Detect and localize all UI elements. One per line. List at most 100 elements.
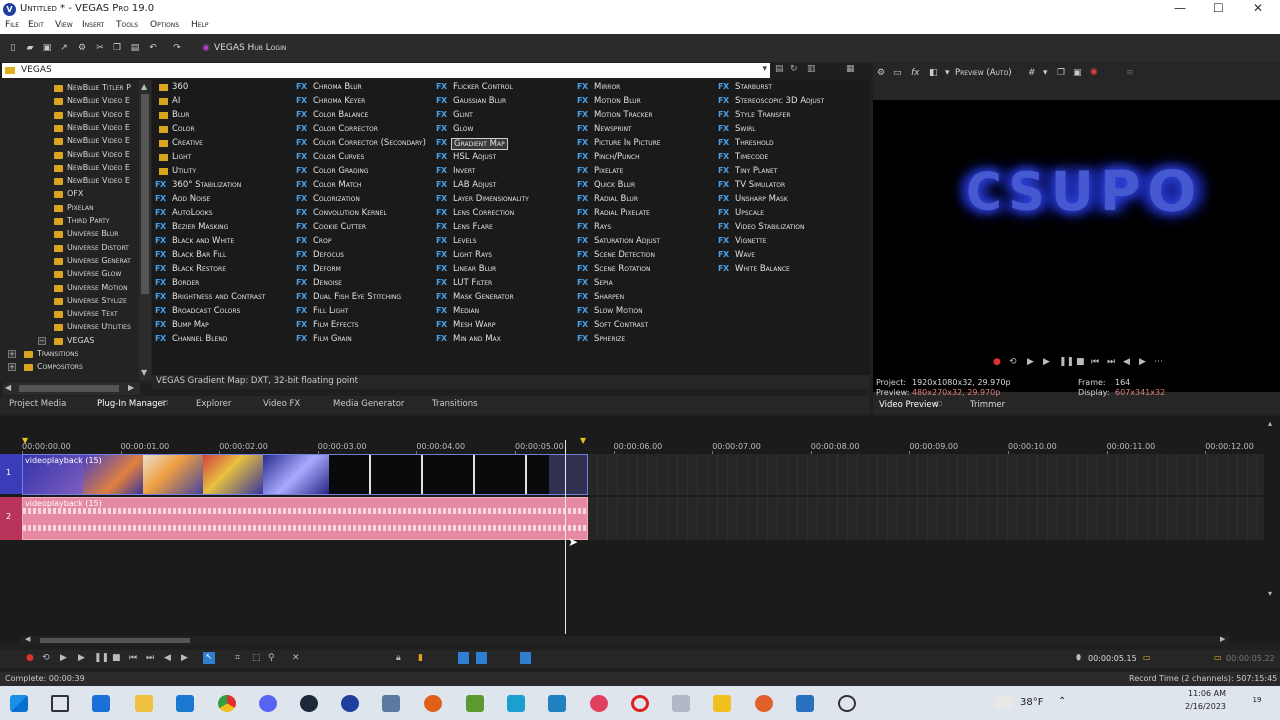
pause-icon[interactable]: ❚❚ — [1059, 357, 1074, 367]
close-tab-icon[interactable]: ☐ — [936, 400, 942, 408]
prev-frame-icon[interactable]: ◀ — [1123, 357, 1130, 367]
zoom-tool-icon[interactable]: ⚲ — [268, 653, 275, 663]
external-monitor-icon[interactable]: ▭ — [893, 68, 902, 78]
cursor-time[interactable]: 00:00:05.15 — [1088, 654, 1137, 663]
app-icon[interactable] — [755, 695, 773, 712]
selection-tool-icon[interactable]: ⬚ — [252, 653, 261, 663]
minecraft-icon[interactable] — [466, 695, 484, 712]
pause-icon[interactable]: ❚❚ — [94, 653, 109, 663]
view-menu-icon[interactable]: ▦ — [846, 64, 855, 74]
more-icon[interactable]: ⋯ — [1154, 357, 1163, 367]
hub-login-link[interactable]: VEGAS Hub Login — [214, 43, 286, 53]
timeline-vertical-scroll[interactable]: ▴ ▾ — [1268, 419, 1278, 619]
paste-icon[interactable]: ▤ — [130, 44, 140, 53]
track-1-header[interactable]: 1 — [0, 454, 22, 494]
grid-icon[interactable]: # — [1028, 68, 1036, 78]
tree-item[interactable]: Third Party — [0, 215, 140, 228]
tree-item[interactable]: Universe Distort — [0, 242, 140, 255]
marker-icon[interactable]: ▮ — [418, 653, 423, 663]
lock-envelopes-icon[interactable] — [520, 652, 531, 664]
tree-item[interactable]: Universe Blur — [0, 228, 140, 241]
tab-video-preview[interactable]: Video Preview — [879, 400, 939, 410]
scroll-thumb[interactable] — [141, 94, 149, 294]
tree-item[interactable]: NewBlue Titler P — [0, 82, 140, 95]
menu-tools[interactable]: Tools — [116, 20, 138, 30]
next-frame-icon[interactable]: ▶ — [1139, 357, 1146, 367]
expand-icon[interactable]: + — [8, 350, 16, 358]
record-icon[interactable]: ● — [993, 357, 1001, 367]
menu-view[interactable]: View — [55, 20, 73, 30]
open-icon[interactable]: ▰ — [25, 44, 35, 53]
chevron-down-icon[interactable]: ▾ — [762, 64, 767, 74]
scroll-down-icon[interactable]: ▾ — [1268, 589, 1272, 598]
auto-ripple-icon[interactable] — [476, 652, 487, 664]
app-icon[interactable] — [548, 695, 566, 712]
lock-icon[interactable]: 🔒︎ — [396, 653, 401, 663]
copy-snapshot-icon[interactable]: ❐ — [1057, 68, 1065, 78]
cut-icon[interactable]: ✂ — [95, 44, 105, 53]
tree-item[interactable]: Universe Motion — [0, 282, 140, 295]
tab-media-generator[interactable]: Media Generator — [333, 399, 404, 409]
scroll-down-icon[interactable]: ▼ — [141, 368, 147, 377]
menu-file[interactable]: File — [5, 20, 19, 30]
path-bar[interactable]: VEGAS ▾ — [2, 63, 770, 78]
app-icon[interactable] — [672, 695, 690, 712]
tree-horizontal-scrollbar[interactable]: ◀ ▶ — [3, 383, 140, 395]
app-icon[interactable] — [424, 695, 442, 712]
tool-icon[interactable] — [382, 695, 400, 712]
scroll-right-icon[interactable]: ▶ — [1220, 635, 1225, 643]
record-icon[interactable]: ● — [26, 653, 34, 663]
redo-icon[interactable]: ↷ — [172, 44, 182, 53]
go-to-start-icon[interactable]: ⏮ — [129, 653, 137, 663]
preview-quality-dropdown[interactable]: Preview (Auto) — [955, 68, 1012, 78]
tree-item[interactable]: NewBlue Video E — [0, 175, 140, 188]
save-icon[interactable]: ▣ — [42, 44, 52, 53]
track-1-empty-area[interactable] — [588, 454, 1264, 495]
loop-icon[interactable]: ⟲ — [1009, 357, 1017, 367]
fx-icon[interactable]: fx — [911, 68, 920, 78]
render-icon[interactable]: ↗ — [59, 44, 69, 53]
refresh-icon[interactable]: ↻ — [790, 64, 798, 74]
play-icon[interactable]: ▶ — [78, 653, 85, 663]
roblox-icon[interactable] — [713, 695, 731, 712]
scroll-right-icon[interactable]: ▶ — [128, 383, 134, 392]
time-ruler[interactable]: 00:00:00.00 00:00:01.00 00:00:02.00 00:00:0… — [20, 438, 1260, 455]
video-clip[interactable]: videoplayback (15) — [22, 454, 588, 495]
tree-vertical-scrollbar[interactable]: ▲ ▼ — [139, 80, 151, 380]
tree-item[interactable]: NewBlue Video E — [0, 122, 140, 135]
loop-icon[interactable]: ⟲ — [42, 653, 50, 663]
tree-item[interactable]: Universe Utilities — [0, 321, 140, 334]
next-frame-icon[interactable]: ▶ — [181, 653, 188, 663]
scroll-up-icon[interactable]: ▲ — [141, 82, 147, 91]
task-view-icon[interactable] — [51, 695, 69, 712]
copy-icon[interactable]: ❐ — [112, 44, 122, 53]
overlays-icon[interactable]: ▾ — [1043, 68, 1048, 78]
loop-start-marker[interactable]: ▼ — [22, 436, 28, 445]
tab-explorer[interactable]: Explorer — [196, 399, 231, 409]
notification-count[interactable]: 19 — [1250, 696, 1264, 710]
track-2-empty-area[interactable] — [588, 497, 1264, 540]
tab-project-media[interactable]: Project Media — [9, 399, 66, 409]
audio-clip[interactable]: videoplayback (15) — [22, 497, 588, 540]
tab-plugin-manager[interactable]: Plug-In Manager — [97, 399, 166, 409]
split-screen-icon[interactable]: ◧ — [929, 68, 938, 78]
hub-icon[interactable]: ◉ — [201, 44, 211, 53]
vegas-icon[interactable] — [341, 695, 359, 712]
go-to-start-icon[interactable]: ⏮ — [1091, 357, 1099, 367]
tree-item[interactable]: NewBlue Video E — [0, 135, 140, 148]
opera-icon[interactable] — [631, 695, 649, 712]
app-icon[interactable] — [838, 695, 856, 712]
app-icon[interactable] — [590, 695, 608, 712]
tab-transitions[interactable]: Transitions — [432, 399, 478, 409]
timeline-scroll-thumb[interactable] — [40, 638, 190, 643]
clock-time[interactable]: 11:06 AM — [1188, 689, 1226, 698]
clock-date[interactable]: 2/16/2023 — [1185, 702, 1226, 711]
menu-edit[interactable]: Edit — [28, 20, 44, 30]
chrome-icon[interactable] — [218, 695, 236, 712]
tree-item[interactable]: − VEGAS — [0, 335, 140, 348]
tree-item[interactable]: Universe Stylize — [0, 295, 140, 308]
weather-temp[interactable]: 38°F — [1020, 697, 1043, 708]
start-icon[interactable] — [10, 695, 28, 712]
steam-icon[interactable] — [300, 695, 318, 712]
close-tab-icon[interactable]: ☐ — [162, 399, 168, 407]
